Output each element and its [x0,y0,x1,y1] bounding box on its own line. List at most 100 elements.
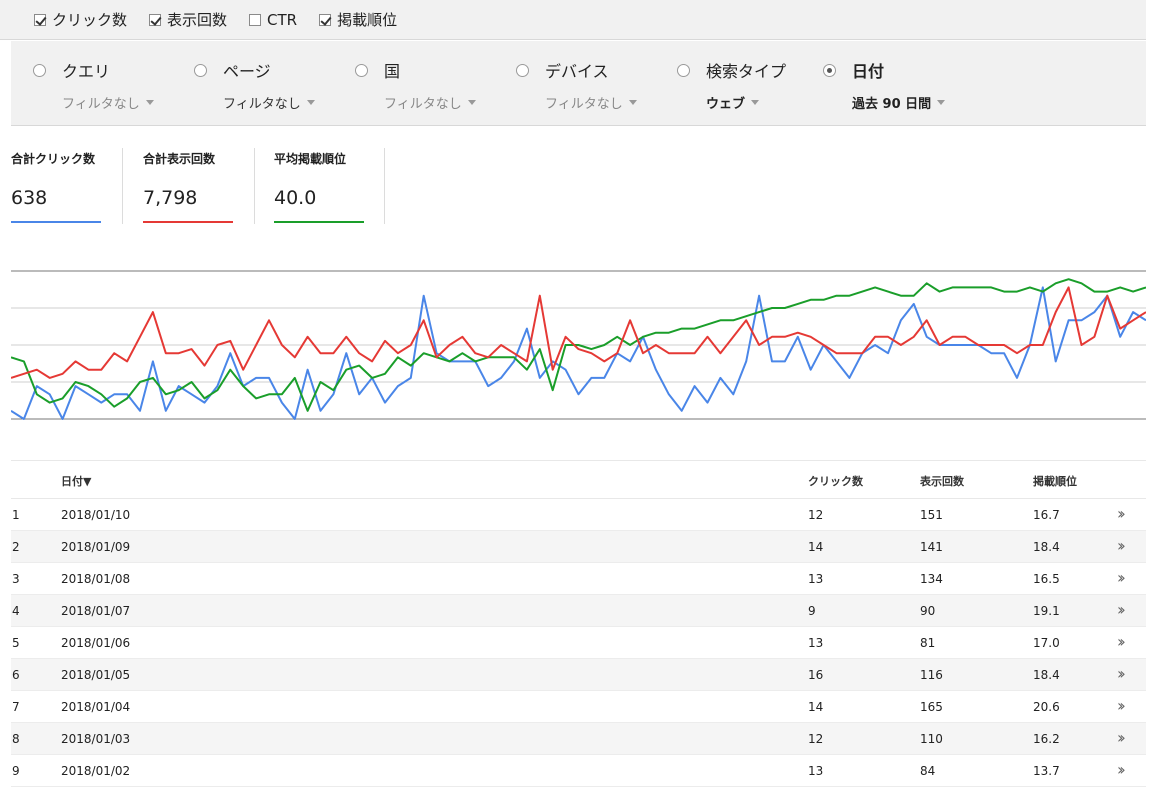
chevron-down-icon [937,100,946,105]
row-index: 2 [12,540,20,554]
double-chevron-right-icon[interactable]: ›› [1117,536,1126,555]
dimension-page-radio-group[interactable]: ページ [172,58,322,82]
country-filter-dropdown[interactable]: フィルタなし [384,93,483,112]
impressions-series-line [11,286,1146,379]
date-column-header[interactable]: 日付▼ [61,473,91,489]
search-type-filter-label: ウェブ [706,97,746,112]
table-row[interactable]: 8 2018/01/03 12 110 16.2 ›› [11,723,1146,755]
clicks-legend-line [11,221,101,223]
date-range-label: 過去 90 日間 [852,97,932,112]
metric-clicks-toggle[interactable]: クリック数 [34,9,127,30]
metric-position-toggle[interactable]: 掲載順位 [319,9,397,30]
dimension-date: 日付 過去 90 日間 [801,58,951,118]
table-row[interactable]: 7 2018/01/04 14 165 20.6 ›› [11,691,1146,723]
search-type-filter-dropdown[interactable]: ウェブ [706,93,805,112]
metric-impressions-label: 表示回数 [167,11,228,29]
dimension-date-radio-group[interactable]: 日付 [801,58,951,82]
row-clicks: 16 [808,668,824,682]
position-checkbox[interactable] [319,13,332,26]
metric-ctr-label: CTR [267,10,298,29]
dimension-search-type-radio-group[interactable]: 検索タイプ [655,58,805,82]
country-radio[interactable] [355,63,368,77]
metric-impressions-toggle[interactable]: 表示回数 [149,9,227,30]
dimension-query: クエリ フィルタなし [11,58,161,118]
double-chevron-right-icon[interactable]: ›› [1117,664,1126,683]
dimension-bar: クエリ フィルタなし ページ フィルタなし 国 フィルタなし デバイス フィルタ… [11,41,1146,126]
dimension-country-label: 国 [384,62,401,81]
row-date: 2018/01/10 [61,508,131,522]
double-chevron-right-icon[interactable]: ›› [1117,504,1126,523]
search-type-radio[interactable] [677,63,690,77]
row-position: 13.7 [1033,764,1060,778]
device-radio[interactable] [516,63,529,77]
page-filter-label: フィルタなし [223,97,301,112]
row-impressions: 165 [920,700,943,714]
table-row[interactable]: 5 2018/01/06 13 81 17.0 ›› [11,627,1146,659]
metric-position-label: 掲載順位 [337,11,398,29]
row-clicks: 13 [808,636,824,650]
dimension-page-label: ページ [223,62,271,81]
clicks-column-header[interactable]: クリック数 [808,473,863,489]
impressions-column-header[interactable]: 表示回数 [920,473,964,489]
row-clicks: 13 [808,572,824,586]
impressions-checkbox[interactable] [149,13,162,26]
chevron-down-icon [628,100,637,105]
double-chevron-right-icon[interactable]: ›› [1117,568,1126,587]
total-clicks-card[interactable]: 合計クリック数 638 [11,148,121,224]
divider [122,148,123,224]
performance-line-chart [11,270,1146,420]
date-radio[interactable] [823,63,836,77]
row-clicks: 13 [808,764,824,778]
page-radio[interactable] [194,63,207,77]
double-chevron-right-icon[interactable]: ›› [1117,760,1126,779]
device-filter-dropdown[interactable]: フィルタなし [545,93,644,112]
chevron-down-icon [145,100,154,105]
double-chevron-right-icon[interactable]: ›› [1117,728,1126,747]
table-header: 日付▼ クリック数 表示回数 掲載順位 [11,460,1146,499]
dimension-country-radio-group[interactable]: 国 [333,58,483,82]
total-clicks-label: 合計クリック数 [11,152,96,166]
total-clicks-value: 638 [11,187,48,209]
row-clicks: 14 [808,700,824,714]
table-row[interactable]: 2 2018/01/09 14 141 18.4 ›› [11,531,1146,563]
ctr-checkbox[interactable] [249,13,262,26]
table-row[interactable]: 3 2018/01/08 13 134 16.5 ›› [11,563,1146,595]
clicks-checkbox[interactable] [34,13,46,26]
position-column-header[interactable]: 掲載順位 [1033,473,1077,489]
row-index: 8 [12,732,20,746]
row-position: 18.4 [1033,668,1060,682]
query-radio[interactable] [33,63,46,77]
total-impressions-card[interactable]: 合計表示回数 7,798 [143,148,253,224]
table-row[interactable]: 9 2018/01/02 13 84 13.7 ›› [11,755,1146,787]
row-position: 20.6 [1033,700,1060,714]
row-position: 16.7 [1033,508,1060,522]
query-filter-dropdown[interactable]: フィルタなし [62,93,161,112]
row-position: 17.0 [1033,636,1060,650]
date-range-dropdown[interactable]: 過去 90 日間 [852,93,951,112]
row-index: 5 [12,636,20,650]
row-index: 7 [12,700,20,714]
position-legend-line [274,221,364,223]
impressions-legend-line [143,221,233,223]
double-chevron-right-icon[interactable]: ›› [1117,600,1126,619]
dimension-country: 国 フィルタなし [333,58,483,118]
page-filter-dropdown[interactable]: フィルタなし [223,93,322,112]
double-chevron-right-icon[interactable]: ›› [1117,632,1126,651]
row-impressions: 151 [920,508,943,522]
table-row[interactable]: 4 2018/01/07 9 90 19.1 ›› [11,595,1146,627]
total-position-card[interactable]: 平均掲載順位 40.0 [274,148,384,224]
divider [384,148,385,224]
table-row[interactable]: 1 2018/01/10 12 151 16.7 ›› [11,499,1146,531]
double-chevron-right-icon[interactable]: ›› [1117,696,1126,715]
row-date: 2018/01/06 [61,636,131,650]
dimension-device-radio-group[interactable]: デバイス [494,58,644,82]
table-row[interactable]: 6 2018/01/05 16 116 18.4 ›› [11,659,1146,691]
dimension-device: デバイス フィルタなし [494,58,644,118]
row-index: 1 [12,508,20,522]
row-clicks: 12 [808,732,824,746]
row-impressions: 81 [920,636,936,650]
row-date: 2018/01/02 [61,764,131,778]
device-filter-label: フィルタなし [545,97,623,112]
metric-ctr-toggle[interactable]: CTR [249,11,297,29]
dimension-query-radio-group[interactable]: クエリ [11,58,161,82]
